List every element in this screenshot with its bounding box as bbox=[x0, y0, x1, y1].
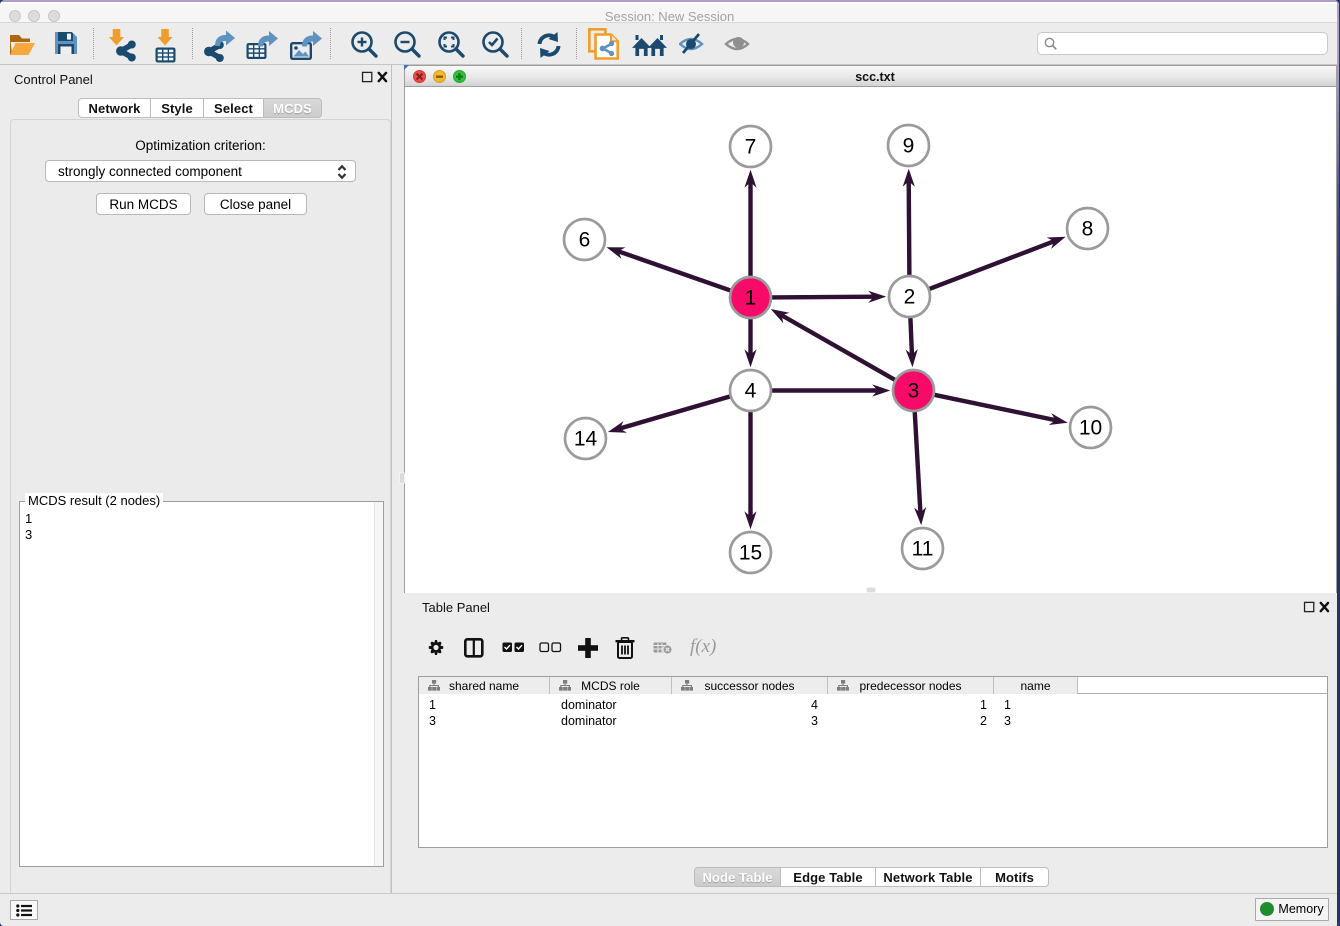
svg-text:9: 9 bbox=[903, 135, 915, 158]
svg-text:2: 2 bbox=[904, 286, 916, 309]
svg-text:f(x): f(x) bbox=[690, 637, 716, 657]
svg-text:7: 7 bbox=[745, 136, 757, 159]
svg-text:8: 8 bbox=[1082, 218, 1094, 241]
svg-text:10: 10 bbox=[1079, 417, 1102, 440]
svg-text:15: 15 bbox=[739, 542, 762, 565]
svg-text:11: 11 bbox=[912, 538, 934, 561]
svg-text:4: 4 bbox=[745, 380, 757, 403]
svg-text:6: 6 bbox=[579, 229, 591, 252]
svg-text:3: 3 bbox=[908, 380, 920, 403]
svg-text:14: 14 bbox=[574, 428, 598, 451]
svg-text:1: 1 bbox=[745, 287, 757, 310]
